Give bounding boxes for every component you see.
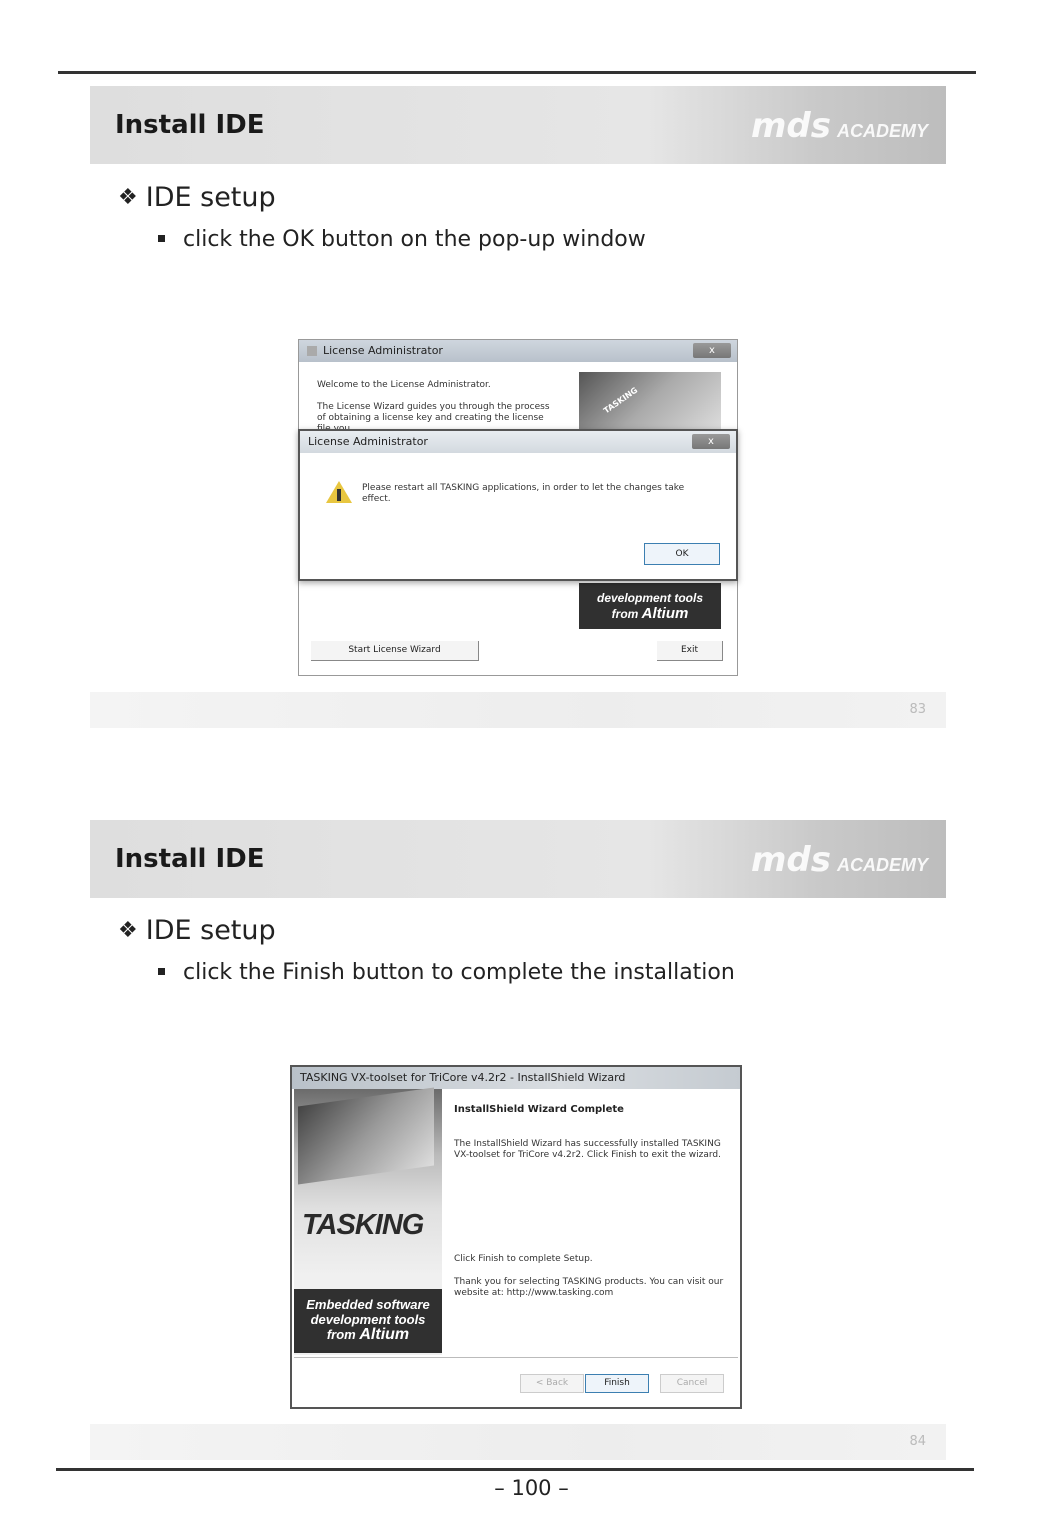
square-bullet-icon [158, 968, 165, 975]
installshield-wizard-window: TASKING VX-toolset for TriCore v4.2r2 - … [290, 1065, 742, 1409]
slide-footer-bar: 84 [90, 1424, 946, 1460]
slide-number: 84 [909, 1434, 926, 1449]
slide-title: Install IDE [115, 844, 265, 874]
ok-button[interactable]: OK [644, 543, 720, 565]
slide-83: Install IDE mds ACADEMY ❖ IDE setup click … [90, 86, 946, 728]
slide-title: Install IDE [115, 110, 265, 140]
wizard-titlebar: TASKING VX-toolset for TriCore v4.2r2 - … [292, 1067, 740, 1089]
diamond-bullet-icon: ❖ [118, 918, 138, 943]
wizard-finish-text: Click Finish to complete Setup. [454, 1254, 593, 1264]
top-rule [58, 71, 976, 74]
section-heading: ❖ IDE setup [118, 182, 276, 213]
restart-message: Please restart all TASKING applications,… [362, 483, 685, 504]
warning-icon-mark [337, 489, 341, 501]
instruction-bullet: click the Finish button to complete the … [158, 960, 735, 985]
exit-button[interactable]: Exit [657, 641, 723, 661]
altium-brand-panel: Embedded software development tools from… [294, 1289, 442, 1353]
start-license-wizard-button[interactable]: Start License Wizard [311, 641, 479, 661]
mds-academy-logo: mds ACADEMY [750, 840, 928, 880]
finish-button[interactable]: Finish [585, 1374, 649, 1393]
instruction-bullet: click the OK button on the pop-up window [158, 227, 646, 252]
bottom-rule [56, 1468, 974, 1471]
welcome-text: Welcome to the License Administrator. [317, 380, 491, 390]
restart-dialog: License Administrator x Please restart a… [298, 429, 738, 581]
slide-number: 83 [909, 702, 926, 717]
slide-footer-bar: 83 [90, 692, 946, 728]
mds-academy-logo: mds ACADEMY [750, 106, 928, 146]
section-heading: ❖ IDE setup [118, 915, 276, 946]
altium-brand-panel: development tools from Altium [579, 583, 721, 629]
close-button[interactable]: x [693, 343, 731, 358]
square-bullet-icon [158, 235, 165, 242]
wizard-thanks-text: Thank you for selecting TASKING products… [454, 1277, 724, 1298]
back-button[interactable]: < Back [520, 1374, 584, 1393]
wizard-separator [294, 1357, 738, 1358]
window-icon [307, 346, 317, 356]
window-titlebar: License Administrator x [299, 340, 737, 362]
slide-84: Install IDE mds ACADEMY ❖ IDE setup click … [90, 820, 946, 1460]
wizard-complete-heading: InstallShield Wizard Complete [454, 1104, 624, 1115]
slide-title-bar: Install IDE mds ACADEMY [90, 820, 946, 898]
page-number: – 100 – [494, 1476, 569, 1500]
chip-graphic: TASKING [579, 372, 721, 432]
chip-graphic [298, 1087, 434, 1185]
diamond-bullet-icon: ❖ [118, 185, 138, 210]
slide-title-bar: Install IDE mds ACADEMY [90, 86, 946, 164]
cancel-button[interactable]: Cancel [660, 1374, 724, 1393]
wizard-success-text: The InstallShield Wizard has successfull… [454, 1139, 721, 1160]
wizard-side-panel: TASKING Embedded software development to… [294, 1087, 442, 1355]
tasking-brand: TASKING [302, 1209, 424, 1241]
chip-label: TASKING [601, 385, 640, 416]
dialog-close-button[interactable]: x [692, 434, 730, 449]
dialog-titlebar: License Administrator x [300, 431, 736, 453]
